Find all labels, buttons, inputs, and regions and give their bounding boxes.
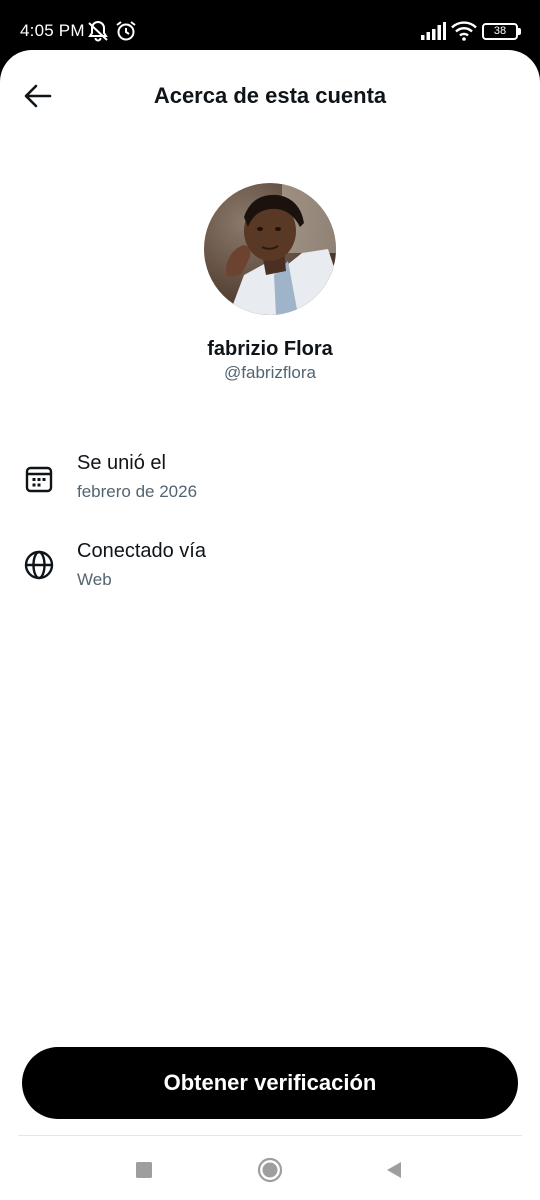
nav-divider	[18, 1135, 522, 1136]
avatar-photo	[204, 183, 336, 315]
get-verified-button[interactable]: Obtener verificación	[22, 1047, 518, 1119]
header: Acerca de esta cuenta	[0, 50, 540, 140]
back-triangle-icon	[387, 1162, 401, 1178]
battery-level: 38	[493, 25, 507, 37]
home-button[interactable]	[252, 1152, 288, 1188]
wifi-icon	[451, 21, 477, 41]
home-circle-icon	[257, 1157, 283, 1183]
recents-square-icon	[136, 1162, 152, 1178]
signal-icon	[421, 22, 446, 40]
recents-button[interactable]	[126, 1152, 162, 1188]
username-handle: @fabrizflora	[224, 363, 316, 382]
avatar[interactable]	[204, 183, 336, 315]
muted-notifications-icon	[88, 20, 108, 42]
joined-label: Se unió el	[77, 452, 166, 474]
alarm-icon	[116, 21, 136, 41]
system-back-button[interactable]	[376, 1152, 412, 1188]
about-account-sheet: Acerca de esta cuenta fabrizio Flora @fa…	[0, 50, 540, 1200]
connected-value: Web	[77, 570, 112, 589]
status-time: 4:05 PM	[20, 21, 85, 40]
battery-tip	[518, 28, 521, 35]
joined-date-row: Se unió el febrero de 2026	[0, 452, 540, 522]
display-name: fabrizio Flora	[207, 338, 333, 360]
page-title: Acerca de esta cuenta	[153, 83, 387, 108]
battery-icon: 38	[482, 23, 518, 40]
globe-icon	[24, 550, 54, 580]
connected-via-row: Conectado vía Web	[0, 540, 540, 610]
calendar-icon	[25, 466, 53, 493]
connected-label: Conectado vía	[77, 540, 206, 562]
joined-value: febrero de 2026	[77, 482, 198, 501]
